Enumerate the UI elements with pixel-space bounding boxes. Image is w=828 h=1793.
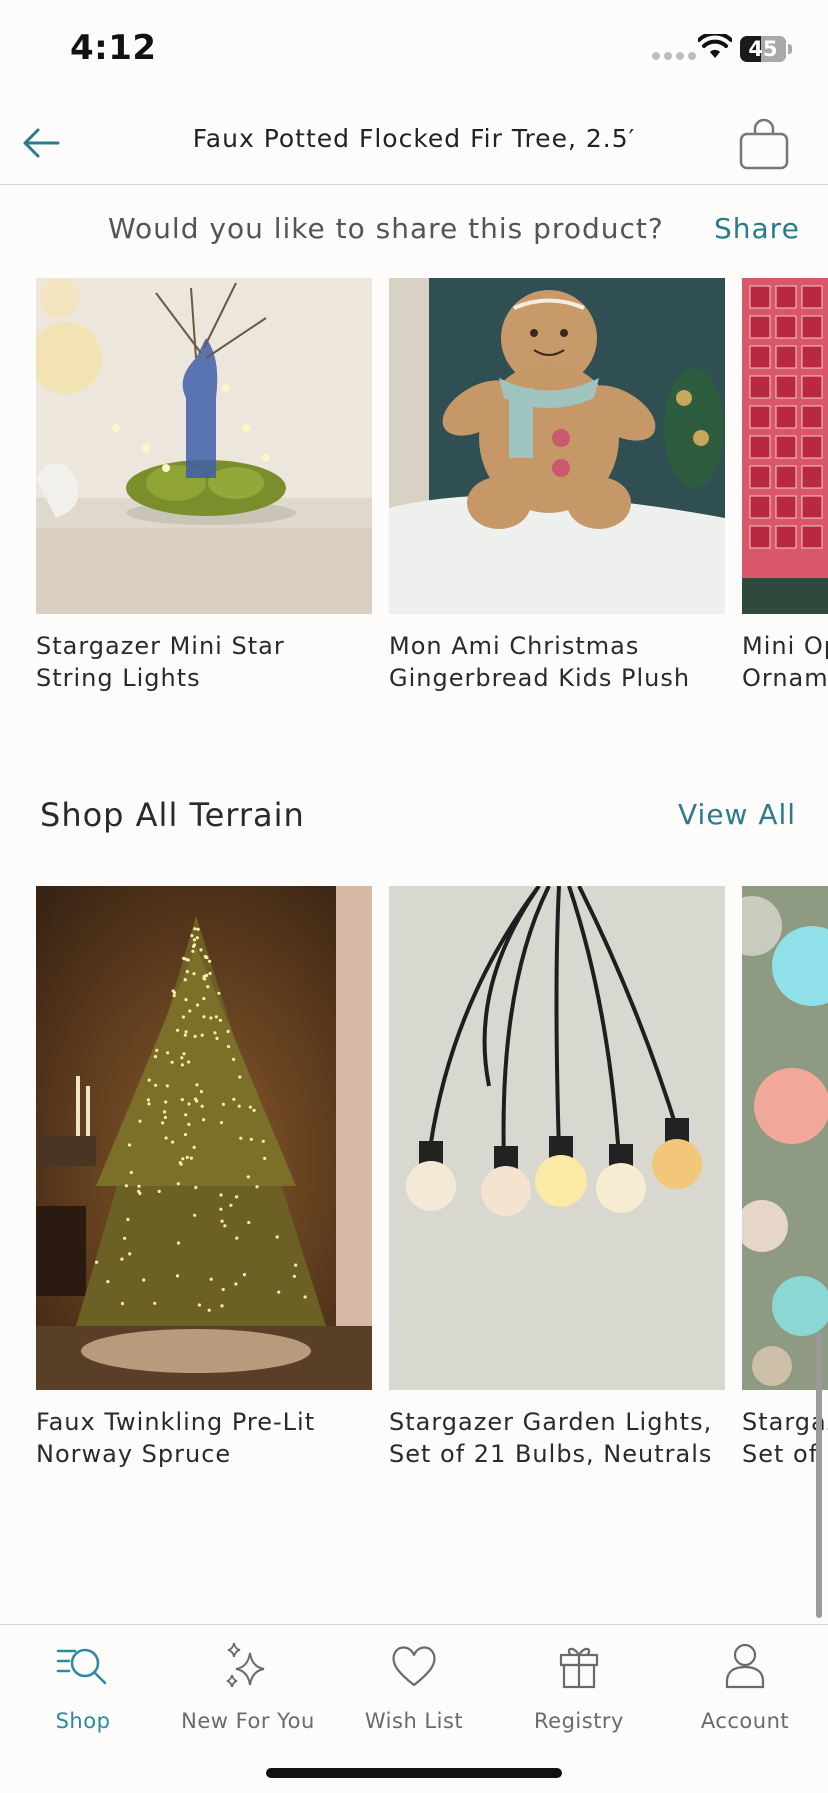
wifi-icon (698, 34, 732, 58)
navigation-bar: Faux Potted Flocked Fir Tree, 2.5′ (0, 100, 828, 185)
heart-icon (392, 1646, 436, 1687)
sparkle-icon (226, 1642, 265, 1688)
home-indicator[interactable] (266, 1768, 562, 1778)
tab-label: Wish List (364, 1709, 464, 1733)
back-arrow-icon[interactable] (18, 120, 64, 166)
tab-account[interactable]: Account (662, 1639, 828, 1749)
recommended-products-carousel[interactable]: Stargazer Mini Star String Lights Mon Am… (0, 278, 828, 718)
shopping-bag-icon[interactable] (736, 116, 792, 172)
product-name[interactable]: Stargazer Garden Lights, Set of 21 Bulbs… (389, 1406, 789, 1470)
terrain-products-carousel[interactable]: Faux Twinkling Pre-Lit Norway Spruce Sta… (0, 886, 828, 1476)
product-image-stargazer-set[interactable] (742, 886, 828, 1390)
status-bar: 4:12 45 (0, 0, 828, 100)
tab-label: Account (700, 1709, 790, 1733)
tab-label: New For You (181, 1709, 315, 1733)
product-image-gingerbread-plush[interactable] (389, 278, 725, 614)
tab-label: Registry (534, 1709, 624, 1733)
tab-shop[interactable]: Shop (0, 1639, 166, 1749)
product-name[interactable]: Stargazer Mini Star String Lights (36, 630, 436, 694)
battery-percent: 45 (748, 37, 778, 61)
battery-tip (788, 44, 792, 54)
search-icon (56, 1648, 107, 1685)
section-title: Shop All Terrain (40, 796, 305, 834)
tab-new-for-you[interactable]: New For You (165, 1639, 331, 1749)
share-question: Would you like to share this product? (108, 212, 664, 245)
share-prompt: Would you like to share this product? Sh… (0, 186, 828, 272)
product-image-star-lights[interactable] (36, 278, 372, 614)
product-name[interactable]: Mini Op Orname (742, 630, 828, 694)
account-icon (725, 1643, 765, 1689)
tab-registry[interactable]: Registry (496, 1639, 662, 1749)
page-title: Faux Potted Flocked Fir Tree, 2.5′ (192, 124, 636, 153)
share-button[interactable]: Share (714, 212, 800, 245)
battery-icon: 45 (740, 36, 786, 62)
product-image-norway-spruce[interactable] (36, 886, 372, 1390)
tab-wish-list[interactable]: Wish List (331, 1639, 497, 1749)
tab-label: Shop (55, 1709, 111, 1733)
product-name[interactable]: Mon Ami Christmas Gingerbread Kids Plush (389, 630, 789, 694)
product-name[interactable]: Faux Twinkling Pre-Lit Norway Spruce (36, 1406, 436, 1470)
product-image-garden-lights[interactable] (389, 886, 725, 1390)
product-image-ornaments[interactable] (742, 278, 828, 614)
status-time: 4:12 (70, 28, 157, 68)
gift-icon (559, 1647, 599, 1689)
scroll-indicator[interactable] (816, 1332, 822, 1618)
view-all-link[interactable]: View All (678, 798, 796, 831)
cellular-signal-icon (652, 52, 696, 60)
